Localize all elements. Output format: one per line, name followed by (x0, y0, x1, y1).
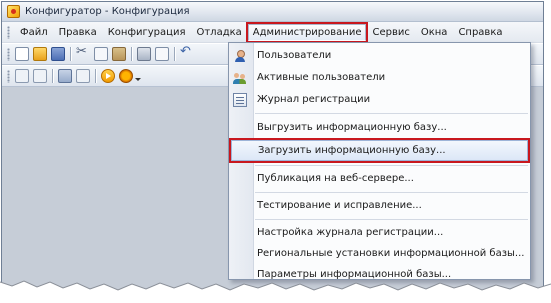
menu-separator (255, 165, 528, 166)
menu-item-label: Выгрузить информационную базу... (257, 122, 447, 133)
menu-item-label: Журнал регистрации (257, 94, 371, 105)
menu-bar: Файл Правка Конфигурация Отладка Админис… (2, 21, 543, 43)
menu-item-testing-repair[interactable]: Тестирование и исправление... (231, 195, 528, 216)
toolbar-separator (52, 69, 54, 83)
menu-file[interactable]: Файл (15, 24, 53, 41)
menu-item-label: Пользователи (257, 50, 332, 61)
menu-item-load-infobase[interactable]: Загрузить информационную базу... (229, 138, 530, 163)
menu-item-event-log-settings[interactable]: Настройка журнала регистрации... (231, 222, 528, 243)
toolbar-grip-icon[interactable] (7, 69, 10, 83)
torn-edge-decoration (0, 280, 551, 303)
configurator-window: Конфигуратор - Конфигурация Файл Правка … (1, 1, 544, 295)
menu-item-label: Активные пользователи (257, 72, 386, 83)
window-title: Конфигуратор - Конфигурация (25, 6, 190, 17)
module-icon[interactable] (33, 69, 47, 83)
cut-icon[interactable] (76, 44, 90, 61)
menu-separator (255, 192, 528, 193)
toolbar-separator (70, 47, 72, 61)
menu-item-users[interactable]: Пользователи (231, 45, 528, 66)
menu-item-label: Загрузить информационную базу... (258, 145, 446, 156)
app-1c-icon (7, 5, 20, 18)
print-preview-icon[interactable] (155, 47, 169, 61)
menu-windows[interactable]: Окна (416, 24, 453, 41)
copy-icon[interactable] (94, 47, 108, 61)
print-icon[interactable] (137, 47, 151, 61)
menu-separator (255, 219, 528, 220)
form-icon[interactable] (76, 69, 90, 83)
menu-item-label: Настройка журнала регистрации... (257, 227, 444, 238)
menu-item-label: Публикация на веб-сервере... (257, 173, 414, 184)
menu-debug[interactable]: Отладка (191, 24, 246, 41)
configuration-tree-icon[interactable] (15, 69, 29, 83)
active-users-icon (233, 71, 247, 85)
undo-icon[interactable] (180, 44, 194, 61)
toolbar-grip-icon[interactable] (7, 47, 10, 61)
save-icon[interactable] (51, 47, 65, 61)
menu-service[interactable]: Сервис (367, 24, 414, 41)
toolbar-separator (95, 69, 97, 83)
event-log-icon (233, 92, 247, 107)
debug-icon[interactable] (119, 69, 133, 83)
menu-separator (255, 113, 528, 114)
title-bar[interactable]: Конфигуратор - Конфигурация (2, 2, 543, 22)
toolbar-separator (174, 47, 176, 61)
menu-item-regional-settings[interactable]: Региональные установки информационной ба… (231, 243, 528, 264)
paste-icon[interactable] (112, 47, 126, 61)
user-icon (233, 49, 247, 63)
menu-item-web-publishing[interactable]: Публикация на веб-сервере... (231, 168, 528, 189)
menubar-grip-icon[interactable] (7, 25, 10, 39)
menu-edit[interactable]: Правка (54, 24, 102, 41)
toolbar-separator (131, 47, 133, 61)
menu-configuration[interactable]: Конфигурация (103, 24, 191, 41)
menu-item-label: Тестирование и исправление... (257, 200, 422, 211)
administration-dropdown-menu: Пользователи Активные пользователи Журна… (228, 42, 531, 280)
menu-item-active-users[interactable]: Активные пользователи (231, 67, 528, 88)
menu-administration[interactable]: Администрирование (245, 21, 369, 43)
menu-item-label: Региональные установки информационной ба… (257, 248, 525, 259)
open-folder-icon[interactable] (33, 47, 47, 61)
chevron-down-icon[interactable] (135, 77, 141, 81)
menu-item-event-log[interactable]: Журнал регистрации (231, 89, 528, 110)
menu-help[interactable]: Справка (453, 24, 507, 41)
grid-icon[interactable] (58, 69, 72, 83)
new-document-icon[interactable] (15, 47, 29, 61)
menu-item-dump-infobase[interactable]: Выгрузить информационную базу... (231, 117, 528, 138)
run-icon[interactable] (101, 69, 115, 83)
